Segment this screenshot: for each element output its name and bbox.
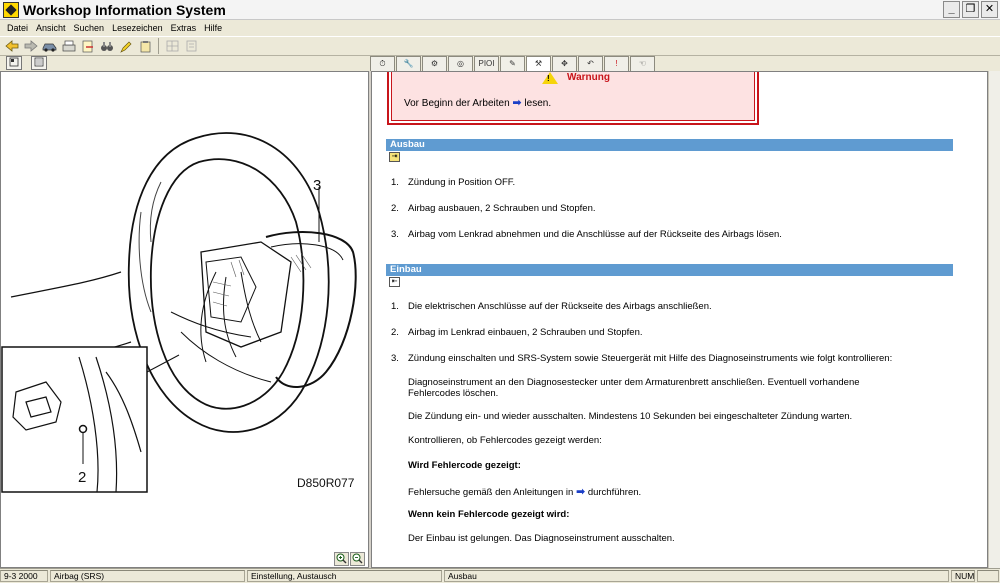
menu-bar: Datei Ansicht Suchen Lesezeichen Extras … <box>0 20 1000 35</box>
minimize-button[interactable]: _ <box>943 1 960 18</box>
figure-reference: D850R077 <box>297 476 355 490</box>
tab-return[interactable]: ↶ <box>578 56 603 71</box>
warning-title: Warnung <box>567 72 610 83</box>
menu-lesezeichen[interactable]: Lesezeichen <box>108 23 167 33</box>
menu-datei[interactable]: Datei <box>3 23 32 33</box>
menu-ansicht[interactable]: Ansicht <box>32 23 70 33</box>
installation-icon[interactable]: ⇤ <box>389 277 400 287</box>
link-arrow-icon[interactable]: ➡ <box>576 486 585 498</box>
tab-position[interactable]: ✥ <box>552 56 577 71</box>
back-arrow-icon[interactable] <box>3 37 21 55</box>
tab-pioi[interactable]: PIOI <box>474 56 499 71</box>
title-bar: Workshop Information System _ ❐ ✕ <box>0 0 1000 20</box>
detail-text: Fehlersuche gemäß den Anleitungen in ➡ d… <box>408 486 642 498</box>
detail-heading-yes: Wird Fehlercode gezeigt: <box>408 460 521 471</box>
einbau-step: 1. Die elektrischen Anschlüsse auf der Rü… <box>391 301 712 312</box>
status-numlock: NUM <box>951 570 975 582</box>
main-toolbar <box>0 36 1000 56</box>
document-pane: ! Warnung Vor Beginn der Arbeiten ➡ lese… <box>371 71 988 568</box>
section-heading-einbau: Einbau <box>386 264 953 276</box>
clipboard-icon[interactable] <box>136 37 154 55</box>
tab-time[interactable]: ⏱ <box>370 56 395 71</box>
callout-3: 3 <box>313 177 321 194</box>
warning-box: ! Warnung Vor Beginn der Arbeiten ➡ lese… <box>387 72 759 125</box>
zoom-out-icon[interactable] <box>350 552 365 566</box>
tab-tools[interactable]: 🔧 <box>396 56 421 71</box>
vertical-scrollbar[interactable] <box>988 71 1000 568</box>
info-type-tabs: ⏱ 🔧 ⚙ ◎ PIOI ✎ ⚒ ✥ ↶ ! ☜ <box>370 56 656 71</box>
show-figure-button[interactable] <box>6 56 22 70</box>
window-title: Workshop Information System <box>23 1 226 18</box>
einbau-step: 3. Zündung einschalten und SRS-System sow… <box>391 353 893 364</box>
page-disabled-icon <box>182 37 200 55</box>
warning-text: Vor Beginn der Arbeiten ➡ lesen. <box>404 97 552 109</box>
tab-repair[interactable]: ⚒ <box>526 56 551 71</box>
detail-heading-no: Wenn kein Fehlercode gezeigt wird: <box>408 509 570 520</box>
highlighter-icon[interactable] <box>117 37 135 55</box>
car-icon[interactable] <box>41 37 59 55</box>
ausbau-step: 3. Airbag vom Lenkrad abnehmen und die An… <box>391 229 782 240</box>
status-section: Ausbau <box>444 570 949 582</box>
detail-text: Kontrollieren, ob Fehlercodes gezeigt we… <box>408 435 602 446</box>
document-arrow-icon[interactable] <box>79 37 97 55</box>
tab-warning[interactable]: ! <box>604 56 629 71</box>
binoculars-icon[interactable] <box>98 37 116 55</box>
status-model: 9-3 2000 <box>0 570 48 582</box>
status-system: Airbag (SRS) <box>50 570 245 582</box>
app-icon <box>3 1 19 18</box>
callout-2: 2 <box>78 469 86 486</box>
forward-arrow-icon[interactable] <box>22 37 40 55</box>
zoom-controls <box>334 552 365 566</box>
tab-wheel[interactable]: ◎ <box>448 56 473 71</box>
tab-components[interactable]: ⚙ <box>422 56 447 71</box>
detail-text: Die Zündung ein- und wieder ausschalten.… <box>408 411 853 422</box>
status-empty <box>977 570 999 582</box>
steering-wheel-illustration: 3 2 D850R077 <box>1 132 357 493</box>
menu-hilfe[interactable]: Hilfe <box>200 23 226 33</box>
menu-suchen[interactable]: Suchen <box>70 23 109 33</box>
restore-button[interactable]: ❐ <box>962 1 979 18</box>
status-operation: Einstellung, Austausch <box>247 570 442 582</box>
tab-edit[interactable]: ✎ <box>500 56 525 71</box>
detail-text: Der Einbau ist gelungen. Das Diagnoseins… <box>408 533 675 544</box>
print-icon[interactable] <box>60 37 78 55</box>
show-text-button[interactable] <box>31 56 47 70</box>
detail-text: Diagnoseinstrument an den Diagnosestecke… <box>408 377 860 388</box>
figure-pane: 3 2 D850R077 <box>0 71 369 568</box>
zoom-in-icon[interactable] <box>334 552 349 566</box>
tab-hint[interactable]: ☜ <box>630 56 655 71</box>
toolbar-separator <box>158 38 159 54</box>
ausbau-step: 1. Zündung in Position OFF. <box>391 177 516 188</box>
close-button[interactable]: ✕ <box>981 1 998 18</box>
section-heading-ausbau: Ausbau <box>386 139 953 151</box>
detail-text: Fehlercodes löschen. <box>408 388 499 399</box>
grid-disabled-icon <box>163 37 181 55</box>
status-bar: 9-3 2000 Airbag (SRS) Einstellung, Austa… <box>0 568 1000 583</box>
menu-extras[interactable]: Extras <box>167 23 201 33</box>
removal-icon[interactable]: ⇥ <box>389 152 400 162</box>
link-arrow-icon[interactable]: ➡ <box>512 97 521 109</box>
einbau-step: 2. Airbag im Lenkrad einbauen, 2 Schraube… <box>391 327 643 338</box>
window-controls: _ ❐ ✕ <box>943 1 998 18</box>
ausbau-step: 2. Airbag ausbauen, 2 Schrauben und Stopf… <box>391 203 596 214</box>
warning-triangle-icon <box>542 72 558 84</box>
